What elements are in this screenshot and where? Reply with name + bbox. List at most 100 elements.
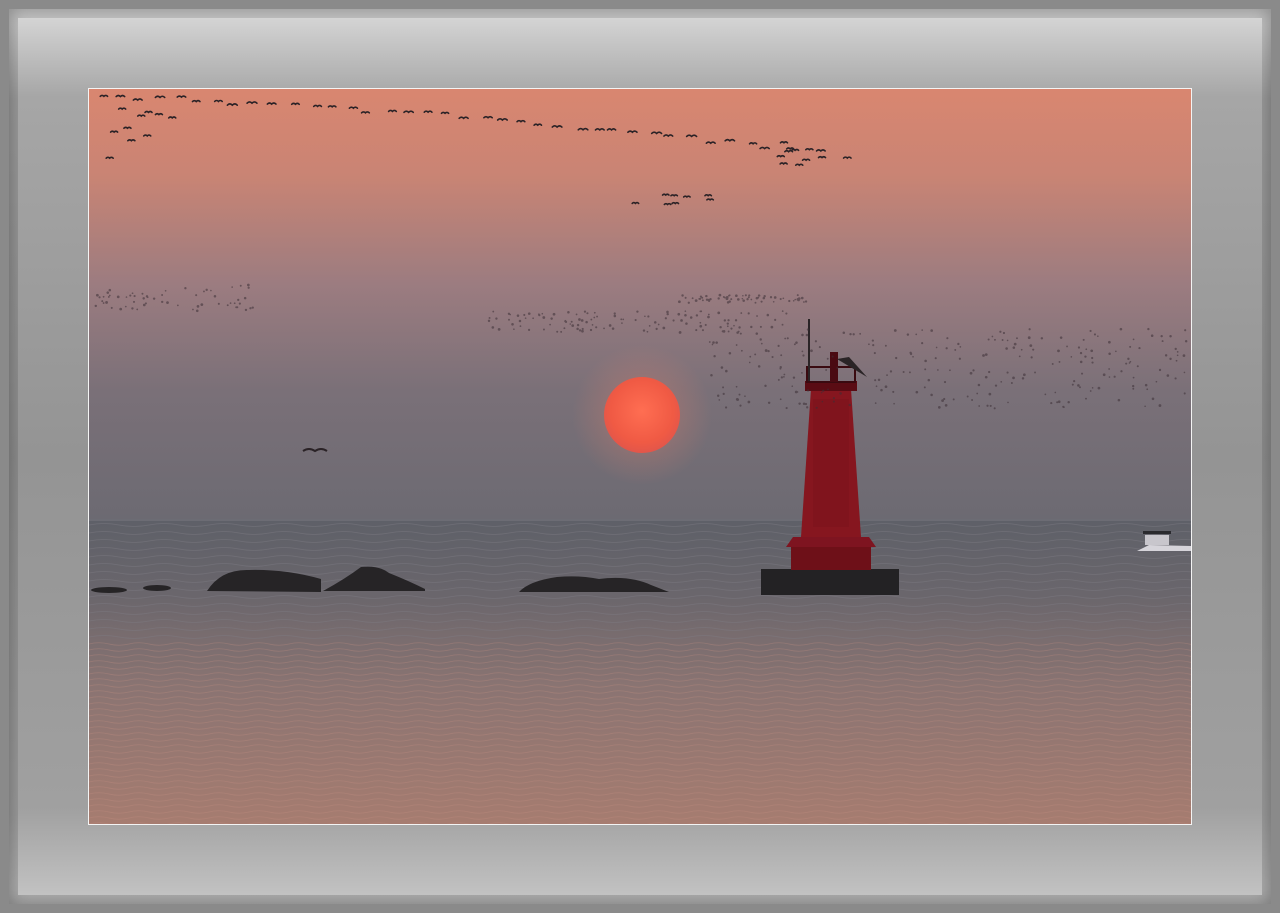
distant-bird — [226, 304, 229, 307]
distant-bird — [1108, 376, 1111, 378]
distant-bird — [884, 385, 888, 389]
distant-bird — [726, 301, 730, 304]
distant-bird — [1077, 346, 1081, 349]
distant-bird — [1023, 373, 1026, 377]
bird-icon — [790, 148, 800, 152]
distant-bird — [774, 318, 777, 321]
distant-bird — [235, 306, 238, 309]
distant-bird — [868, 343, 870, 346]
distant-bird — [707, 313, 710, 316]
bird-icon — [801, 158, 811, 162]
distant-bird — [695, 329, 698, 332]
distant-bird — [119, 307, 123, 311]
distant-bird — [1021, 377, 1025, 380]
bird-icon — [154, 95, 166, 99]
bird-icon — [670, 194, 679, 197]
distant-bird — [924, 359, 927, 363]
distant-bird — [684, 296, 687, 299]
distant-bird — [757, 294, 761, 297]
distant-bird — [708, 341, 711, 343]
distant-bird — [205, 288, 208, 292]
bird-icon — [191, 99, 201, 103]
distant-bird — [578, 329, 582, 332]
distant-bird — [893, 329, 897, 332]
distant-bird — [796, 391, 799, 393]
lighthouse-base — [761, 569, 899, 595]
distant-bird — [825, 369, 828, 371]
distant-bird — [698, 297, 701, 300]
distant-bird — [678, 331, 682, 334]
distant-bird — [937, 405, 941, 409]
distant-bird — [1016, 337, 1018, 340]
distant-bird — [884, 344, 887, 347]
bird-icon — [785, 147, 795, 151]
distant-bird — [701, 329, 704, 332]
distant-bird — [783, 375, 785, 378]
bird-icon — [817, 155, 827, 159]
distant-bird — [1136, 365, 1139, 368]
bird-icon — [99, 94, 109, 98]
distant-bird — [1079, 386, 1081, 389]
distant-bird — [110, 306, 113, 309]
distant-bird — [666, 310, 669, 314]
distant-bird — [98, 296, 101, 299]
distant-bird — [785, 312, 788, 315]
distant-bird — [912, 355, 914, 358]
bird-icon — [290, 102, 301, 106]
distant-bird — [976, 392, 979, 395]
distant-bird — [1184, 329, 1187, 332]
bird-icon — [327, 105, 337, 108]
distant-bird — [578, 318, 581, 321]
distant-bird — [984, 375, 988, 379]
distant-bird — [859, 332, 862, 335]
distant-bird — [803, 301, 805, 303]
distant-bird — [1091, 387, 1094, 389]
distant-bird — [806, 389, 810, 392]
distant-bird — [742, 294, 744, 297]
distant-bird — [889, 370, 893, 373]
distant-bird — [136, 308, 139, 311]
distant-bird — [1012, 346, 1016, 349]
bird-icon — [663, 202, 672, 206]
distant-bird — [1030, 356, 1033, 359]
distant-bird — [684, 313, 687, 317]
distant-bird — [685, 322, 688, 325]
distant-bird — [943, 380, 947, 384]
distant-bird — [728, 294, 730, 297]
distant-bird — [785, 406, 788, 410]
bird-icon — [577, 127, 589, 131]
distant-bird — [585, 320, 588, 324]
distant-bird — [779, 297, 782, 301]
distant-bird — [806, 328, 810, 331]
distant-bird — [784, 337, 787, 340]
distant-bird — [984, 353, 988, 356]
distant-bird — [246, 283, 250, 287]
distant-bird — [908, 371, 911, 374]
distant-bird — [1085, 348, 1088, 351]
distant-bird — [1090, 349, 1094, 353]
distant-bird — [934, 357, 937, 360]
distant-bird — [571, 324, 575, 327]
distant-bird — [124, 305, 127, 308]
distant-bird — [1010, 381, 1013, 384]
bird-icon — [246, 101, 258, 105]
bird-icon — [759, 146, 770, 150]
distant-bird — [508, 318, 510, 321]
distant-bird — [229, 302, 232, 305]
distant-bird — [247, 286, 250, 289]
distant-bird — [563, 327, 566, 330]
bird-icon — [724, 138, 736, 142]
distant-bird — [759, 325, 762, 328]
distant-bird — [877, 378, 881, 382]
distant-bird — [105, 301, 108, 304]
distant-bird — [1066, 345, 1068, 348]
distant-bird — [987, 338, 990, 341]
distant-bird — [747, 400, 751, 404]
distant-bird — [923, 386, 926, 389]
distant-bird — [613, 314, 617, 318]
distant-bird — [826, 357, 829, 360]
distant-bird — [954, 348, 957, 351]
distant-bird — [722, 386, 725, 389]
distant-bird — [991, 335, 994, 338]
distant-bird — [767, 401, 771, 405]
